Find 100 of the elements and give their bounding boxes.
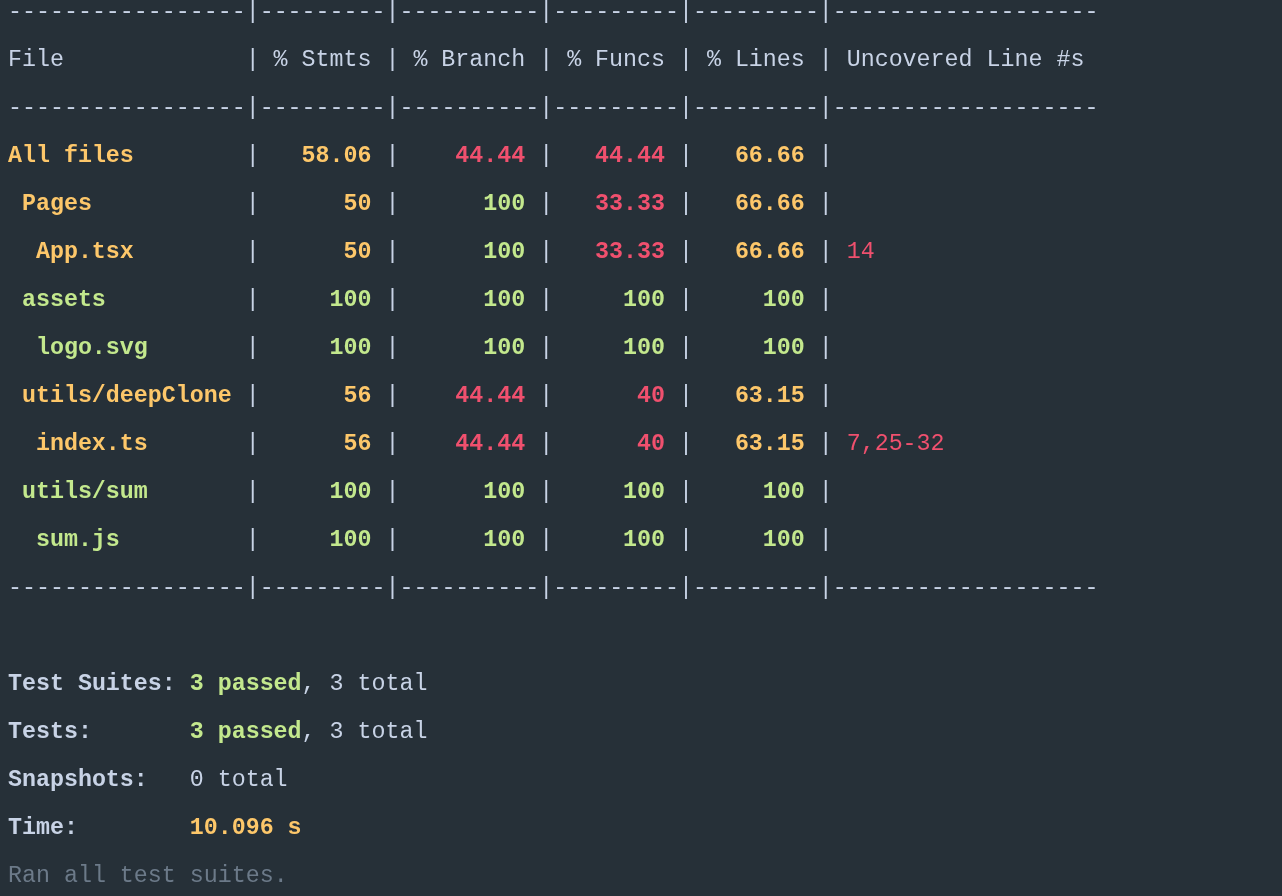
table-cell-text: 63.15 [734, 430, 805, 459]
table-cell-text: 66.66 [734, 142, 805, 171]
table-cell-text: 40 [637, 430, 665, 459]
file-name: utils/deepClone [21, 383, 232, 409]
table-cell-text: 100 [329, 526, 372, 555]
column-separator: | [245, 526, 260, 555]
column-separator: | [818, 286, 833, 315]
summary-value: , 3 total [301, 670, 428, 699]
column-header: File [8, 47, 64, 73]
column-separator: | [539, 526, 554, 555]
column-separator: | [818, 478, 833, 507]
table-cell-text: 33.33 [595, 238, 665, 267]
column-separator: | [385, 382, 400, 411]
table-cell-text: 40 [637, 382, 665, 411]
column-separator: | [245, 430, 260, 459]
column-separator: | [385, 286, 400, 315]
column-separator: | [245, 46, 260, 75]
column-header: % Lines [706, 47, 805, 73]
table-cell-text: 100 [483, 190, 526, 219]
column-separator: | [245, 478, 260, 507]
table-cell-text: 100 [623, 286, 665, 315]
summary-label: Time: [8, 815, 78, 841]
column-separator: | [818, 334, 833, 363]
table-cell-text: 44.44 [455, 142, 526, 171]
column-separator: | [539, 46, 554, 75]
summary-value: 3 passed [189, 718, 302, 747]
column-separator: | [678, 478, 693, 507]
table-cell-text: 63.15 [734, 382, 805, 411]
table-border-line: -----------------|---------|----------|---------|---------|------------------- [8, 94, 1099, 123]
table-border-line: -----------------|---------|----------|---------|---------|------------------- [8, 574, 1099, 603]
column-separator: | [245, 238, 260, 267]
summary-value: , 3 total [301, 718, 428, 747]
table-cell-text: 100 [483, 238, 526, 267]
column-separator: | [385, 430, 400, 459]
table-cell-text: 100 [762, 526, 805, 555]
column-header: % Funcs [567, 47, 665, 73]
column-separator: | [818, 382, 833, 411]
table-cell-text: 100 [623, 334, 665, 363]
file-name: assets [21, 287, 106, 313]
file-name: sum.js [35, 527, 120, 553]
table-cell-text: 100 [483, 334, 526, 363]
table-cell-text: 100 [762, 478, 805, 507]
table-cell-text: 44.44 [595, 142, 665, 171]
table-cell-text: 33.33 [595, 190, 665, 219]
table-cell-text: 50 [343, 190, 372, 219]
column-separator: | [539, 238, 554, 267]
summary-label: Snapshots: [8, 767, 148, 793]
column-separator: | [678, 382, 693, 411]
column-separator: | [818, 430, 833, 459]
table-cell-text: 58.06 [301, 142, 372, 171]
table-cell-text: 100 [762, 286, 805, 315]
column-separator: | [539, 286, 554, 315]
table-cell-text: 66.66 [734, 238, 805, 267]
column-separator: | [539, 430, 554, 459]
uncovered-lines: 14 [846, 238, 875, 267]
column-separator: | [245, 142, 260, 171]
file-name: logo.svg [35, 335, 148, 361]
column-separator: | [678, 334, 693, 363]
uncovered-lines: 7,25-32 [846, 430, 945, 459]
file-name: App.tsx [35, 239, 134, 265]
table-cell-text: 50 [343, 238, 372, 267]
column-separator: | [385, 142, 400, 171]
summary-label: Test Suites: [8, 671, 176, 697]
column-separator: | [818, 526, 833, 555]
table-cell-text: 100 [483, 286, 526, 315]
column-separator: | [678, 430, 693, 459]
column-separator: | [539, 142, 554, 171]
table-cell-text: 100 [329, 478, 372, 507]
column-separator: | [385, 238, 400, 267]
column-separator: | [678, 142, 693, 171]
table-cell-text: 44.44 [455, 382, 526, 411]
file-name: Pages [21, 191, 92, 217]
column-separator: | [245, 286, 260, 315]
column-separator: | [678, 190, 693, 219]
column-separator: | [678, 46, 693, 75]
summary-value: 10.096 s [189, 814, 302, 843]
column-separator: | [539, 190, 554, 219]
file-name: utils/sum [21, 479, 148, 505]
summary-value: 0 total [189, 766, 288, 795]
column-separator: | [385, 526, 400, 555]
column-header: % Branch [413, 47, 526, 73]
table-cell-text: 100 [329, 286, 372, 315]
column-separator: | [385, 334, 400, 363]
table-cell-text: 56 [343, 382, 372, 411]
column-header: Uncovered Line #s [846, 46, 1085, 75]
table-cell-text: 44.44 [455, 430, 526, 459]
column-separator: | [678, 526, 693, 555]
column-separator: | [678, 286, 693, 315]
summary-value: 3 passed [189, 670, 302, 699]
table-cell-text: 100 [329, 334, 372, 363]
column-separator: | [818, 46, 833, 75]
column-separator: | [539, 334, 554, 363]
table-cell-text: 100 [483, 478, 526, 507]
column-separator: | [245, 334, 260, 363]
column-separator: | [818, 190, 833, 219]
file-name: index.ts [35, 431, 148, 457]
status-message: Ran all test suites. [8, 862, 288, 891]
column-separator: | [539, 382, 554, 411]
column-separator: | [385, 190, 400, 219]
column-header: % Stmts [273, 47, 372, 73]
